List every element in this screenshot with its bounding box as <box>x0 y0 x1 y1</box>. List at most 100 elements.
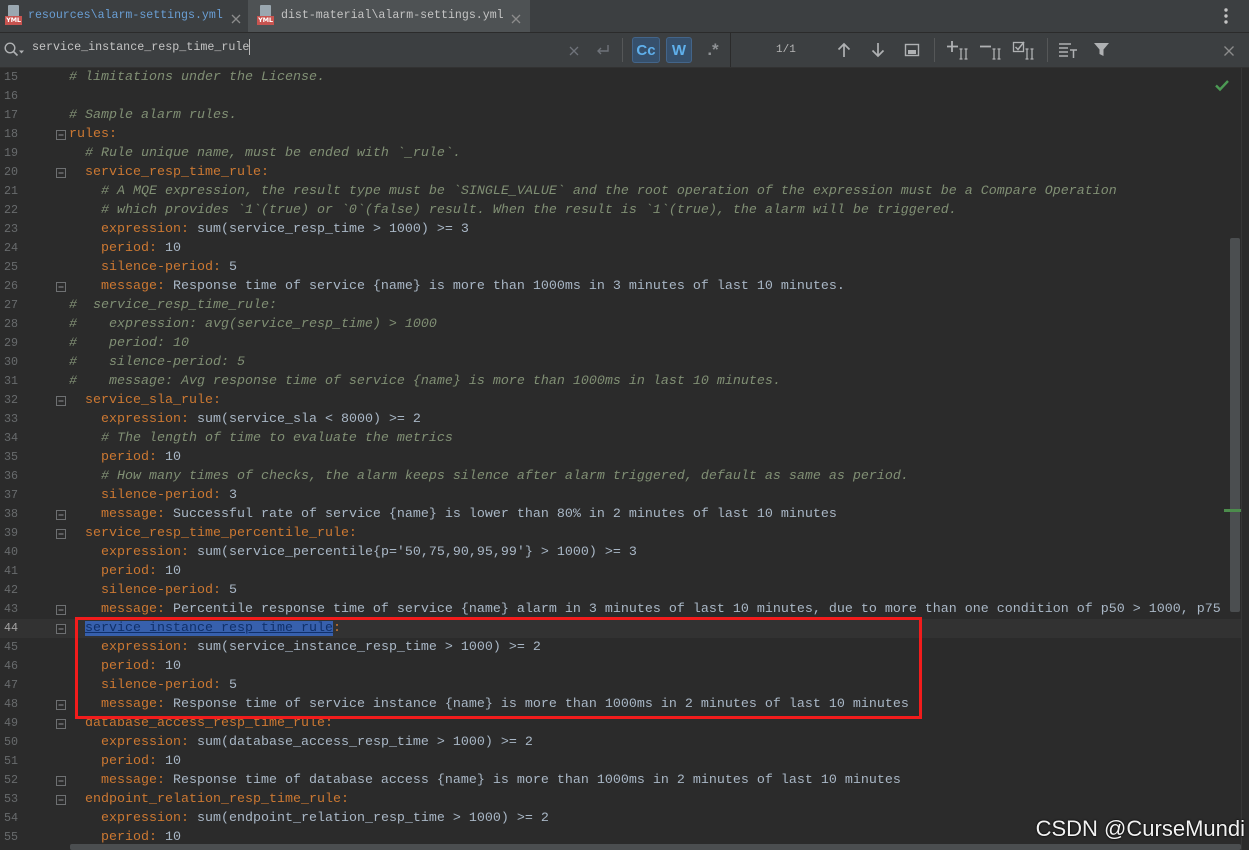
code-line[interactable]: 32 service_sla_rule: <box>0 391 1241 410</box>
search-icon[interactable] <box>3 41 25 59</box>
fold-marker-icon[interactable] <box>56 396 66 406</box>
code-line[interactable]: 37 silence-period: 3 <box>0 486 1241 505</box>
search-result-marker[interactable] <box>1224 509 1241 512</box>
code-line[interactable]: 23 expression: sum(service_resp_time > 1… <box>0 220 1241 239</box>
code-line[interactable]: 48 message: Response time of service ins… <box>0 695 1241 714</box>
close-icon[interactable] <box>511 11 521 24</box>
line-number: 17 <box>3 108 18 122</box>
code-line[interactable]: 45 expression: sum(service_instance_resp… <box>0 638 1241 657</box>
code-line[interactable]: 52 message: Response time of database ac… <box>0 771 1241 790</box>
fold-marker-icon[interactable] <box>56 605 66 615</box>
open-in-window-icon[interactable] <box>903 41 921 59</box>
code-line[interactable]: 35 period: 10 <box>0 448 1241 467</box>
select-all-occurrences-icon[interactable] <box>1012 40 1036 60</box>
code-line[interactable]: 28 # expression: avg(service_resp_time) >… <box>0 315 1241 334</box>
code-text: # A MQE expression, the result type must… <box>69 182 1117 201</box>
new-line-icon[interactable] <box>594 43 611 57</box>
fold-marker-icon[interactable] <box>56 529 66 539</box>
code-line[interactable]: 49 database_access_resp_time_rule: <box>0 714 1241 733</box>
next-occurrence-icon[interactable] <box>869 41 887 59</box>
code-text: expression: sum(endpoint_relation_resp_t… <box>69 809 549 828</box>
code-line[interactable]: 38 message: Successful rate of service {… <box>0 505 1241 524</box>
current-code-line[interactable]: 44 service_instance_resp_time_rule: <box>0 619 1241 638</box>
check-icon[interactable] <box>1214 77 1230 93</box>
code-line[interactable]: 21 # A MQE expression, the result type m… <box>0 182 1241 201</box>
close-icon[interactable] <box>1223 44 1235 56</box>
code-line[interactable]: 31 # message: Avg response time of servic… <box>0 372 1241 391</box>
horizontal-scrollbar-thumb[interactable] <box>70 844 1241 850</box>
code-line[interactable]: 42 silence-period: 5 <box>0 581 1241 600</box>
filter-icon[interactable] <box>1093 41 1110 58</box>
filter-search-results-icon[interactable] <box>1058 41 1078 59</box>
code-token: sum(service_percentile{p='50,75,90,95,99… <box>188 545 637 560</box>
code-line[interactable]: 27 # service_resp_time_rule: <box>0 296 1241 315</box>
code-text: # period: 10 <box>69 334 189 353</box>
regex-button[interactable]: .* <box>701 37 725 63</box>
fold-marker-icon[interactable] <box>56 700 66 710</box>
fold-marker-icon[interactable] <box>56 168 66 178</box>
tab-dist-material-alarm-settings[interactable]: YML dist-material\alarm-settings.yml <box>248 0 530 32</box>
whole-words-button[interactable]: W <box>666 37 692 63</box>
line-number: 53 <box>3 792 18 806</box>
tab-resources-alarm-settings[interactable]: YML resources\alarm-settings.yml <box>0 0 247 32</box>
code-line[interactable]: 17 # Sample alarm rules. <box>0 106 1241 125</box>
code-text: period: 10 <box>69 657 181 676</box>
more-options-icon[interactable] <box>1221 7 1231 25</box>
yaml-key: database_access_resp_time_rule: <box>69 716 333 731</box>
line-number: 19 <box>3 146 18 160</box>
code-line[interactable]: 26 message: Response time of service {na… <box>0 277 1241 296</box>
fold-marker-icon[interactable] <box>56 719 66 729</box>
yaml-key: expression: <box>69 222 189 237</box>
previous-occurrence-icon[interactable] <box>835 41 853 59</box>
code-line[interactable]: 16 <box>0 87 1241 106</box>
code-text: rules: <box>69 125 117 144</box>
fold-marker-icon[interactable] <box>56 130 66 140</box>
search-input[interactable] <box>30 33 554 61</box>
code-line[interactable]: 34 # The length of time to evaluate the … <box>0 429 1241 448</box>
code-line[interactable]: 22 # which provides `1`(true) or `0`(fal… <box>0 201 1241 220</box>
code-line[interactable]: 20 service_resp_time_rule: <box>0 163 1241 182</box>
code-line[interactable]: 24 period: 10 <box>0 239 1241 258</box>
code-line[interactable]: 46 period: 10 <box>0 657 1241 676</box>
line-number: 54 <box>3 811 18 825</box>
vertical-scrollbar-thumb[interactable] <box>1230 238 1240 612</box>
code-line[interactable]: 18 rules: <box>0 125 1241 144</box>
code-line[interactable]: 47 silence-period: 5 <box>0 676 1241 695</box>
code-line[interactable]: 15 # limitations under the License. <box>0 68 1241 87</box>
code-line[interactable]: 29 # period: 10 <box>0 334 1241 353</box>
code-token: 10 <box>156 830 181 845</box>
clear-icon[interactable] <box>568 44 580 56</box>
yaml-key: message: <box>69 279 165 294</box>
code-line[interactable]: 33 expression: sum(service_sla < 8000) >… <box>0 410 1241 429</box>
tab-label[interactable]: resources\alarm-settings.yml <box>28 0 223 32</box>
code-line[interactable]: 39 service_resp_time_percentile_rule: <box>0 524 1241 543</box>
yaml-key: endpoint_relation_resp_time_rule: <box>69 792 349 807</box>
code-line[interactable]: 53 endpoint_relation_resp_time_rule: <box>0 790 1241 809</box>
code-text: expression: sum(service_percentile{p='50… <box>69 543 637 562</box>
fold-marker-icon[interactable] <box>56 776 66 786</box>
code-line[interactable]: 19 # Rule unique name, must be ended wit… <box>0 144 1241 163</box>
fold-marker-icon[interactable] <box>56 282 66 292</box>
code-text: message: Response time of database acces… <box>69 771 901 790</box>
toolbar-separator <box>934 38 935 62</box>
close-icon[interactable] <box>231 11 241 24</box>
code-line[interactable]: 51 period: 10 <box>0 752 1241 771</box>
code-line[interactable]: 50 expression: sum(database_access_resp_… <box>0 733 1241 752</box>
code-line[interactable]: 40 expression: sum(service_percentile{p=… <box>0 543 1241 562</box>
code-line[interactable]: 25 silence-period: 5 <box>0 258 1241 277</box>
code-line[interactable]: 43 message: Percentile response time of … <box>0 600 1241 619</box>
code-editor[interactable]: 15 # limitations under the License. 16 17 # … <box>0 68 1241 850</box>
code-line[interactable]: 30 # silence-period: 5 <box>0 353 1241 372</box>
add-selection-icon[interactable] <box>946 40 970 60</box>
tab-label[interactable]: dist-material\alarm-settings.yml <box>281 0 504 32</box>
match-case-button[interactable]: Cc <box>632 37 660 63</box>
fold-marker-icon[interactable] <box>56 795 66 805</box>
fold-marker-icon[interactable] <box>56 510 66 520</box>
code-line[interactable]: 41 period: 10 <box>0 562 1241 581</box>
fold-marker-icon[interactable] <box>56 624 66 634</box>
code-text: service_instance_resp_time_rule: <box>69 619 341 638</box>
code-line[interactable]: 36 # How many times of checks, the alarm… <box>0 467 1241 486</box>
line-number: 21 <box>3 184 18 198</box>
unselect-occurrence-icon[interactable] <box>979 40 1003 60</box>
